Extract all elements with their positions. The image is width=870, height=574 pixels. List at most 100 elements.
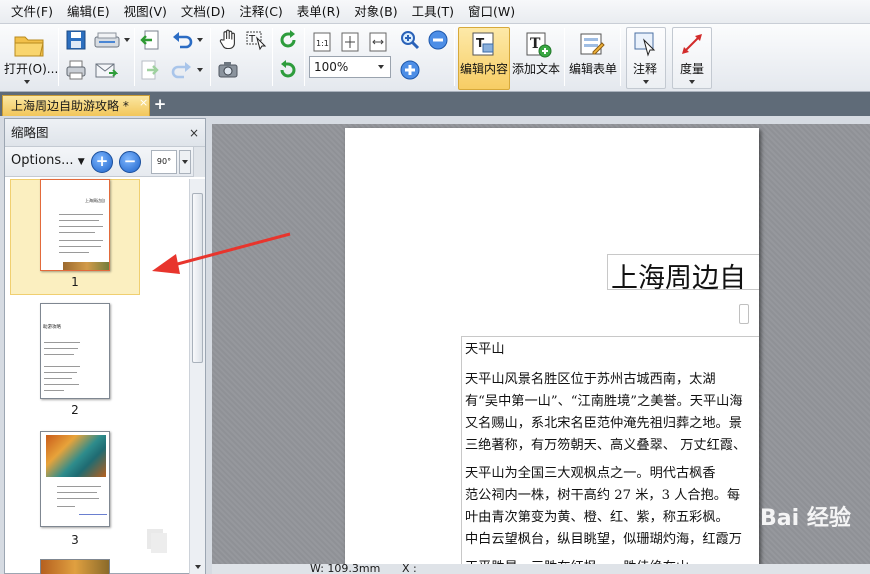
rotate-90-icon: 90°	[156, 157, 172, 166]
thumb-text-line	[44, 354, 74, 355]
actual-size-button[interactable]: 1:1	[310, 30, 334, 54]
status-bar: W: 109.3mm X :	[212, 564, 870, 574]
annotate-dropdown-arrow[interactable]	[643, 80, 649, 84]
add-text-button[interactable]: T	[524, 30, 552, 58]
document-tab-title: 上海周边自助游攻略 *	[11, 99, 129, 113]
save-button[interactable]	[64, 28, 88, 52]
undo-button[interactable]	[170, 28, 194, 52]
form-pencil-icon	[580, 33, 605, 55]
toolbar-separator	[620, 28, 621, 86]
scroll-down-arrow[interactable]	[195, 565, 201, 569]
menu-object[interactable]: 对象(B)	[347, 0, 404, 24]
annotate-icon-wrap	[632, 30, 660, 58]
thumbnail-toolbar: Options... ▼ + − 90°	[5, 147, 205, 177]
email-button[interactable]	[94, 58, 118, 82]
document-page[interactable]: 上海周边自 天平山 天平山风景名胜区位于苏州古城西南，太湖 有“吴中第一山”、“…	[345, 128, 759, 574]
options-button[interactable]: Options... ▼	[11, 153, 85, 168]
thumb-2-title: 助游攻略	[43, 325, 61, 330]
edit-form-label[interactable]: 编辑表单	[569, 60, 617, 77]
menu-view[interactable]: 视图(V)	[117, 0, 174, 24]
measure-label[interactable]: 度量	[680, 60, 704, 77]
body-line: 有“吴中第一山”、“江南胜境”之美誉。天平山海	[465, 394, 743, 409]
thumbnail-zoom-out-button[interactable]: −	[119, 151, 141, 173]
measure-dropdown-arrow[interactable]	[689, 80, 695, 84]
thumbnail-panel-header: 缩略图 ×	[5, 119, 205, 147]
page-back-icon	[140, 30, 159, 50]
open-button[interactable]	[12, 30, 46, 60]
minus-icon: −	[123, 152, 137, 170]
document-tab[interactable]: 上海周边自助游攻略 *	[2, 95, 150, 116]
tab-close-icon[interactable]: ×	[139, 96, 148, 109]
panel-scroll-up[interactable]	[193, 147, 205, 177]
rotate-right-button[interactable]	[276, 58, 300, 82]
menu-edit[interactable]: 编辑(E)	[60, 0, 117, 24]
panel-close-icon[interactable]: ×	[189, 119, 199, 147]
edit-content-icon-wrap[interactable]: T	[470, 30, 498, 58]
menu-document[interactable]: 文档(D)	[174, 0, 232, 24]
select-text-button[interactable]: T	[244, 28, 268, 52]
fit-page-button[interactable]	[338, 30, 362, 54]
fit-width-button[interactable]	[366, 30, 390, 54]
hand-tool-button[interactable]	[216, 28, 240, 52]
edit-content-icon: T	[472, 32, 494, 56]
email-icon	[95, 63, 118, 78]
zoom-select[interactable]: 100%	[309, 56, 391, 78]
chevron-down-icon	[182, 160, 188, 164]
rotate-left-button[interactable]	[276, 28, 300, 52]
zoom-dropdown-arrow[interactable]	[378, 65, 384, 69]
thumbnail-zoom-in-button[interactable]: +	[91, 151, 113, 173]
thumb-text-line	[44, 384, 79, 385]
hand-icon	[219, 29, 235, 50]
edit-handle-box[interactable]	[739, 304, 749, 324]
scanner-icon	[94, 32, 120, 48]
snapshot-button[interactable]	[216, 58, 240, 82]
body-line: 天平山风景名胜区位于苏州古城西南，太湖	[465, 372, 716, 387]
edit-content-label[interactable]: 编辑内容	[460, 60, 508, 77]
add-text-label[interactable]: 添加文本	[512, 60, 560, 77]
page-thumbnail-4[interactable]	[40, 559, 110, 574]
zoom-out-button[interactable]	[426, 28, 450, 52]
measure-arrows-icon	[682, 34, 702, 54]
menu-file[interactable]: 文件(F)	[4, 0, 60, 24]
thumb-text-line	[59, 232, 95, 233]
menu-form[interactable]: 表单(R)	[290, 0, 347, 24]
zoom-value: 100%	[314, 60, 349, 74]
scan-button[interactable]	[92, 28, 122, 52]
document-tab-bar: 上海周边自助游攻略 * × +	[0, 92, 870, 116]
open-label[interactable]: 打开(O)...	[4, 60, 58, 77]
undo-dropdown-arrow[interactable]	[197, 38, 203, 42]
thumb-text-line	[44, 348, 78, 349]
menu-window[interactable]: 窗口(W)	[461, 0, 522, 24]
rotate-cw-icon	[280, 60, 296, 78]
magnifier-plus-icon	[401, 31, 420, 50]
toolbar-separator	[454, 28, 455, 86]
scan-dropdown-arrow[interactable]	[124, 38, 130, 42]
menu-comment[interactable]: 注释(C)	[232, 0, 289, 24]
zoom-in-button[interactable]	[398, 58, 422, 82]
printer-icon	[66, 60, 86, 80]
page-thumbnail-3[interactable]	[40, 431, 110, 527]
rotate-dropdown[interactable]	[179, 150, 191, 174]
menu-tools[interactable]: 工具(T)	[405, 0, 461, 24]
pages-stack-icon	[145, 527, 171, 557]
thumb-text-line	[44, 390, 64, 391]
page-thumbnail-2[interactable]: 助游攻略	[40, 303, 110, 399]
next-view-button[interactable]	[138, 58, 162, 82]
redo-button[interactable]	[170, 58, 194, 82]
thumb-text-line	[57, 506, 75, 507]
redo-dropdown-arrow[interactable]	[197, 68, 203, 72]
previous-view-button[interactable]	[138, 28, 162, 52]
thumb-text-line	[59, 240, 103, 241]
annotate-label[interactable]: 注释	[633, 60, 657, 77]
page-thumbnail-1[interactable]: 上海周边自	[40, 179, 110, 271]
options-label: Options...	[11, 153, 74, 168]
page-number-1: 1	[71, 275, 79, 289]
new-tab-button[interactable]: +	[152, 97, 168, 113]
edit-form-button[interactable]	[578, 30, 606, 58]
zoom-in-tool-button[interactable]	[398, 28, 422, 52]
print-button[interactable]	[64, 58, 88, 82]
open-dropdown-arrow[interactable]	[24, 80, 30, 84]
svg-text:T: T	[248, 34, 256, 45]
save-icon	[66, 30, 86, 50]
rotate-thumbnail-button[interactable]: 90°	[151, 150, 177, 174]
